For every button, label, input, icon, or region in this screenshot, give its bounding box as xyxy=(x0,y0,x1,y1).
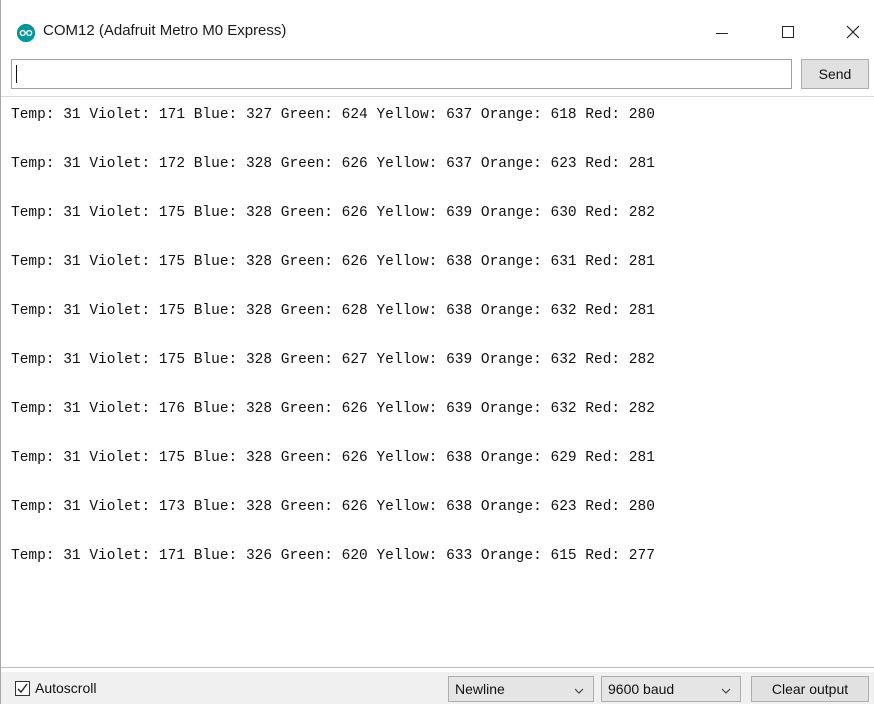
serial-output[interactable]: Temp: 31 Violet: 171 Blue: 327 Green: 62… xyxy=(1,96,874,668)
output-line: Temp: 31 Violet: 173 Blue: 328 Green: 62… xyxy=(11,499,655,515)
status-bar xyxy=(1,672,874,704)
output-line: Temp: 31 Violet: 175 Blue: 328 Green: 62… xyxy=(11,450,655,466)
close-icon xyxy=(846,25,860,39)
chevron-down-icon xyxy=(720,681,732,700)
arduino-icon xyxy=(17,24,35,42)
maximize-icon xyxy=(782,26,794,38)
output-line: Temp: 31 Violet: 171 Blue: 326 Green: 62… xyxy=(11,548,655,564)
output-line: Temp: 31 Violet: 175 Blue: 328 Green: 62… xyxy=(11,352,655,368)
line-ending-value: Newline xyxy=(455,681,505,697)
close-button[interactable] xyxy=(831,12,874,52)
output-line: Temp: 31 Violet: 176 Blue: 328 Green: 62… xyxy=(11,401,655,417)
autoscroll-label: Autoscroll xyxy=(35,680,97,696)
maximize-button[interactable] xyxy=(766,12,810,52)
baud-rate-value: 9600 baud xyxy=(608,681,675,697)
line-ending-select[interactable]: Newline xyxy=(448,676,594,702)
checkmark-icon xyxy=(17,683,28,693)
chevron-down-icon xyxy=(573,681,585,700)
title-bar: COM12 (Adafruit Metro M0 Express) xyxy=(1,0,874,56)
output-line: Temp: 31 Violet: 175 Blue: 328 Green: 62… xyxy=(11,303,655,319)
serial-input[interactable] xyxy=(11,59,792,89)
output-line: Temp: 31 Violet: 171 Blue: 327 Green: 62… xyxy=(11,107,655,123)
window-title: COM12 (Adafruit Metro M0 Express) xyxy=(43,22,287,39)
output-line: Temp: 31 Violet: 175 Blue: 328 Green: 62… xyxy=(11,254,655,270)
autoscroll-toggle[interactable]: Autoscroll xyxy=(15,680,96,696)
autoscroll-checkbox[interactable] xyxy=(15,680,30,696)
baud-rate-select[interactable]: 9600 baud xyxy=(601,676,741,702)
output-line: Temp: 31 Violet: 172 Blue: 328 Green: 62… xyxy=(11,156,655,172)
minimize-button[interactable] xyxy=(700,12,744,52)
send-button[interactable]: Send xyxy=(801,59,869,89)
clear-output-button[interactable]: Clear output xyxy=(751,676,869,702)
minimize-icon xyxy=(716,32,728,34)
output-line: Temp: 31 Violet: 175 Blue: 328 Green: 62… xyxy=(11,205,655,221)
text-caret xyxy=(16,65,17,83)
serial-monitor-window: COM12 (Adafruit Metro M0 Express) Send T… xyxy=(0,0,874,704)
